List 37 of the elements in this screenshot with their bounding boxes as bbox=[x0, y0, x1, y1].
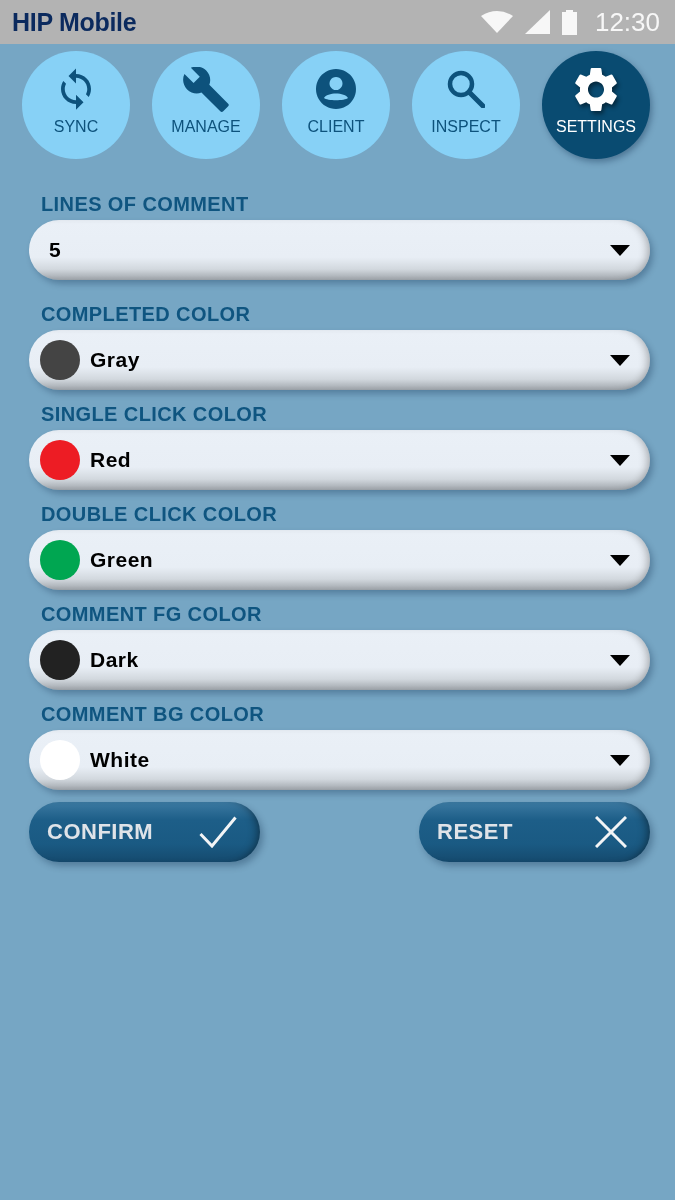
caret-icon bbox=[610, 654, 630, 666]
wrench-icon bbox=[183, 66, 229, 112]
setting-label: COMMENT BG COLOR bbox=[40, 702, 266, 727]
person-icon bbox=[316, 69, 356, 109]
caret-icon bbox=[610, 244, 630, 256]
battery-icon bbox=[561, 9, 577, 35]
nav-tab[interactable]: CLIENT bbox=[282, 51, 390, 159]
settings-icon bbox=[575, 67, 617, 111]
dropdown[interactable]: Dark bbox=[29, 630, 650, 690]
setting-label: DOUBLE CLICK COLOR bbox=[40, 502, 279, 527]
dropdown[interactable]: White bbox=[29, 730, 650, 790]
wifi-icon bbox=[480, 11, 513, 33]
dropdown[interactable]: Red bbox=[29, 430, 650, 490]
dropdown[interactable]: 5 bbox=[29, 220, 650, 280]
nav-tab[interactable]: SETTINGS bbox=[542, 51, 650, 159]
confirm-button[interactable]: CONFIRM bbox=[29, 802, 260, 862]
dropdown[interactable]: Green bbox=[29, 530, 650, 590]
caret-icon bbox=[610, 554, 630, 566]
sync-icon bbox=[61, 68, 91, 110]
search-icon bbox=[447, 70, 485, 108]
nav-tab[interactable]: SYNC bbox=[22, 51, 130, 159]
setting-label: COMPLETED COLOR bbox=[40, 302, 252, 327]
clock-time: 12:30 bbox=[594, 6, 660, 38]
signal-icon bbox=[524, 10, 550, 34]
setting-label: COMMENT FG COLOR bbox=[40, 602, 263, 627]
caret-icon bbox=[610, 454, 630, 466]
setting-label: SINGLE CLICK COLOR bbox=[40, 402, 269, 427]
caret-icon bbox=[610, 754, 630, 766]
caret-icon bbox=[610, 354, 630, 366]
check-icon bbox=[199, 816, 237, 848]
setting-label: LINES OF COMMENT bbox=[40, 192, 250, 217]
nav-tab[interactable]: INSPECT bbox=[412, 51, 520, 159]
nav-tab[interactable]: MANAGE bbox=[152, 51, 260, 159]
close-icon bbox=[595, 816, 627, 848]
app-title: HIP Mobile bbox=[12, 7, 137, 37]
dropdown[interactable]: Gray bbox=[29, 330, 650, 390]
reset-button[interactable]: RESET bbox=[419, 802, 650, 862]
